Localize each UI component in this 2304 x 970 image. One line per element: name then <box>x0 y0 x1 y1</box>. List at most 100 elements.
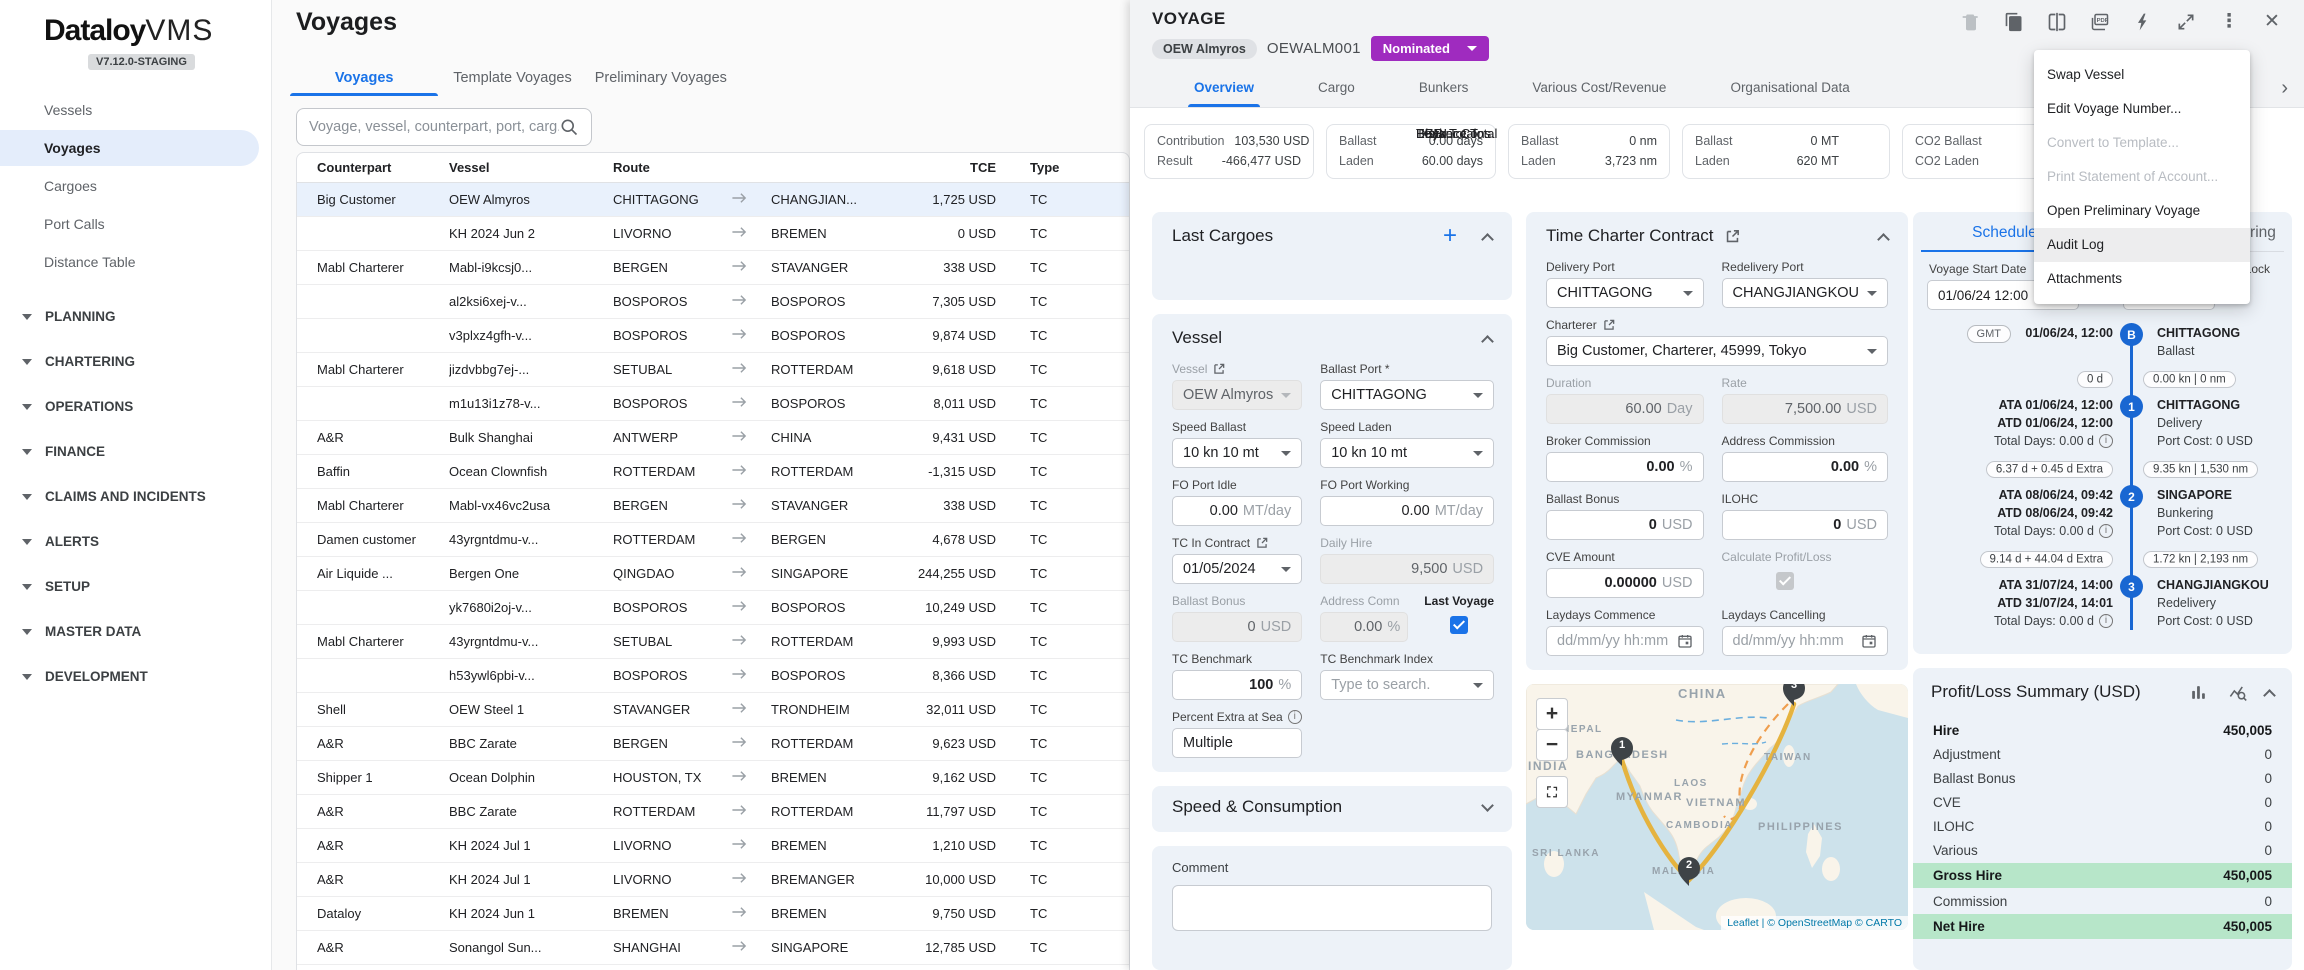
voyage-tab[interactable]: Various Cost/Revenue <box>1526 70 1672 107</box>
delivery-port-select[interactable]: CHITTAGONG <box>1546 278 1704 308</box>
table-row[interactable]: Shipper 1 Ocean Dolphin HOUSTON, TX BREM… <box>297 761 1129 795</box>
list-tab[interactable]: Preliminary Voyages <box>587 58 735 96</box>
analytics-search-icon[interactable] <box>2228 683 2247 702</box>
ballast-port-select[interactable]: CHITTAGONG <box>1320 380 1494 410</box>
context-menu-item[interactable]: Open Preliminary Voyage <box>2034 194 2250 228</box>
sidebar-section[interactable]: OPERATIONS <box>0 384 271 429</box>
sidebar-section[interactable]: FINANCE <box>0 429 271 474</box>
sidebar-section[interactable]: DEVELOPMENT <box>0 654 271 699</box>
tc-benchmark-index-select[interactable]: Type to search. <box>1320 670 1494 700</box>
table-row[interactable]: v3plxz4gfh-v... BOSPOROS BOSPOROS 9,874 … <box>297 319 1129 353</box>
map-fullscreen-button[interactable]: ⛶ <box>1536 776 1568 808</box>
status-dropdown[interactable]: Nominated <box>1371 36 1489 61</box>
speed-laden-select[interactable]: 10 kn 10 mt <box>1320 438 1494 468</box>
voyage-search[interactable] <box>296 108 592 146</box>
table-row[interactable]: Shell OEW Steel 1 STAVANGER TRONDHEIM 32… <box>297 693 1129 727</box>
list-tab[interactable]: Voyages <box>290 58 438 96</box>
table-row[interactable]: h53ywl6pbi-v... BOSPOROS BOSPOROS 8,366 … <box>297 659 1129 693</box>
table-row[interactable]: A&R BBC Zarate BERGEN ROTTERDAM 9,623 US… <box>297 727 1129 761</box>
table-row[interactable]: Big Customer OEW Almyros CHITTAGONG CHAN… <box>297 183 1129 217</box>
broker-commission-input[interactable]: 0.00% <box>1546 452 1704 482</box>
table-row[interactable]: Dataloy KH 2024 Jun 1 BREMEN BREMEN 9,75… <box>297 897 1129 931</box>
sidebar-section[interactable]: MASTER DATA <box>0 609 271 654</box>
table-row[interactable]: Air Liquide ... Bergen One QINGDAO SINGA… <box>297 557 1129 591</box>
table-row[interactable]: yk7680i2oj-v... BOSPOROS BOSPOROS 10,249… <box>297 591 1129 625</box>
tc-in-contract-select[interactable]: 01/05/2024 <box>1172 554 1302 584</box>
table-row[interactable]: Mabl Charterer Mabl-i9kcsj0... BERGEN ST… <box>297 251 1129 285</box>
map-attribution[interactable]: Leaflet | © OpenStreetMap © CARTO <box>1721 916 1908 930</box>
voyage-tab[interactable]: Organisational Data <box>1724 70 1855 107</box>
table-row[interactable]: m1u13i1z78-v... BOSPOROS BOSPOROS 8,011 … <box>297 387 1129 421</box>
pdf-export-icon[interactable]: PDF <box>2090 12 2110 32</box>
fo-port-idle-input[interactable]: 0.00MT/day <box>1172 496 1302 526</box>
table-row[interactable]: A&R BBC Zarate ROTTERDAM ROTTERDAM 11,79… <box>297 795 1129 829</box>
table-row[interactable]: Mabl Charterer 43yrgntdmu-v... SETUBAL R… <box>297 625 1129 659</box>
expand-icon[interactable] <box>2176 12 2196 32</box>
last-voyage-checkbox[interactable] <box>1450 616 1468 634</box>
tcc-ballast-bonus-input[interactable]: 0USD <box>1546 510 1704 540</box>
collapse-icon[interactable] <box>2263 689 2276 702</box>
voyage-tab[interactable]: Bunkers <box>1413 70 1475 107</box>
table-row[interactable]: Baffin Ocean Clownfish ROTTERDAM ROTTERD… <box>297 455 1129 489</box>
col-type[interactable]: Type <box>1030 160 1090 175</box>
sidebar-item[interactable]: Cargoes <box>0 168 259 204</box>
add-cargo-icon[interactable]: + <box>1443 227 1457 245</box>
collapse-icon[interactable] <box>1481 233 1494 246</box>
info-icon[interactable]: i <box>2099 524 2113 538</box>
calendar-icon[interactable] <box>1861 633 1877 649</box>
search-input[interactable] <box>309 119 559 135</box>
compare-voyage-icon[interactable] <box>2047 12 2067 32</box>
open-tc-contract-icon[interactable] <box>1255 536 1269 550</box>
table-row[interactable]: A&R Sonangol Sun... SHANGHAI SINGAPORE 1… <box>297 931 1129 965</box>
map-zoom-in-button[interactable]: + <box>1536 698 1568 730</box>
ilohc-input[interactable]: 0USD <box>1722 510 1889 540</box>
voyage-tab[interactable]: Cargo <box>1312 70 1361 107</box>
sidebar-section[interactable]: ALERTS <box>0 519 271 564</box>
sidebar-item[interactable]: Distance Table <box>0 244 259 280</box>
open-contract-icon[interactable] <box>1724 228 1741 245</box>
route-map[interactable]: CHINA NEPAL INDIA BANGLADESH MYANMAR LAO… <box>1526 684 1908 930</box>
charterer-select[interactable]: Big Customer, Charterer, 45999, Tokyo <box>1546 336 1888 366</box>
expand-icon[interactable] <box>1481 799 1494 812</box>
context-menu-item[interactable]: Edit Voyage Number... <box>2034 92 2250 126</box>
open-charterer-icon[interactable] <box>1602 318 1616 332</box>
context-menu-item[interactable]: Print Statement of Account... <box>2034 160 2250 194</box>
cve-amount-input[interactable]: 0.00000USD <box>1546 568 1704 598</box>
laydays-commence-input[interactable]: dd/mm/yy hh:mm <box>1546 626 1704 656</box>
col-vessel[interactable]: Vessel <box>449 160 613 175</box>
sidebar-item[interactable]: Port Calls <box>0 206 259 242</box>
open-vessel-icon[interactable] <box>1212 362 1226 376</box>
redelivery-port-select[interactable]: CHANGJIANGKOU <box>1722 278 1889 308</box>
table-row[interactable]: al2ksi6xej-v... BOSPOROS BOSPOROS 7,305 … <box>297 285 1129 319</box>
table-row[interactable]: Damen customer 43yrgntdmu-v... ROTTERDAM… <box>297 523 1129 557</box>
info-icon[interactable]: i <box>1288 710 1302 724</box>
duplicate-icon[interactable] <box>2004 12 2024 32</box>
calendar-icon[interactable] <box>1677 633 1693 649</box>
col-route[interactable]: Route <box>613 160 731 175</box>
collapse-icon[interactable] <box>1877 233 1890 246</box>
tabs-overflow-icon[interactable]: › <box>2281 78 2288 98</box>
table-row[interactable]: A&R KH 2024 Jul 1 LIVORNO BREMEN 1,210 U… <box>297 829 1129 863</box>
sidebar-item[interactable]: Voyages <box>0 130 259 166</box>
collapse-icon[interactable] <box>1481 335 1494 348</box>
close-icon[interactable]: ✕ <box>2262 12 2282 32</box>
map-zoom-out-button[interactable]: − <box>1536 729 1568 761</box>
context-menu-item[interactable]: Audit Log <box>2034 228 2250 262</box>
sidebar-item[interactable]: Vessels <box>0 92 259 128</box>
col-tce[interactable]: TCE <box>901 160 996 175</box>
context-menu-item[interactable]: Swap Vessel <box>2034 58 2250 92</box>
table-row[interactable]: A&R KH 2024 Jul 1 LIVORNO BREMANGER 10,0… <box>297 863 1129 897</box>
timeline-stop[interactable]: ATA 31/07/24, 14:00 ATD 31/07/24, 14:01 … <box>1927 576 2278 630</box>
laydays-cancelling-input[interactable]: dd/mm/yy hh:mm <box>1722 626 1889 656</box>
timeline-stop[interactable]: ATA 01/06/24, 12:00 ATD 01/06/24, 12:00 … <box>1927 396 2278 450</box>
comment-textarea[interactable] <box>1172 885 1492 931</box>
quick-actions-icon[interactable] <box>2133 12 2153 32</box>
info-icon[interactable]: i <box>2099 434 2113 448</box>
table-row[interactable]: Mabl Charterer Mabl-vx46vc2usa BERGEN ST… <box>297 489 1129 523</box>
col-counterpart[interactable]: Counterpart <box>297 160 449 175</box>
address-commission-input[interactable]: 0.00% <box>1722 452 1889 482</box>
sidebar-section[interactable]: SETUP <box>0 564 271 609</box>
table-row[interactable]: Mabl Charterer jizdvbbg7ej-... SETUBAL R… <box>297 353 1129 387</box>
table-row[interactable]: A&R Bulk Shanghai ANTWERP CHINA 9,431 US… <box>297 421 1129 455</box>
voyage-tab[interactable]: Overview <box>1188 70 1260 107</box>
